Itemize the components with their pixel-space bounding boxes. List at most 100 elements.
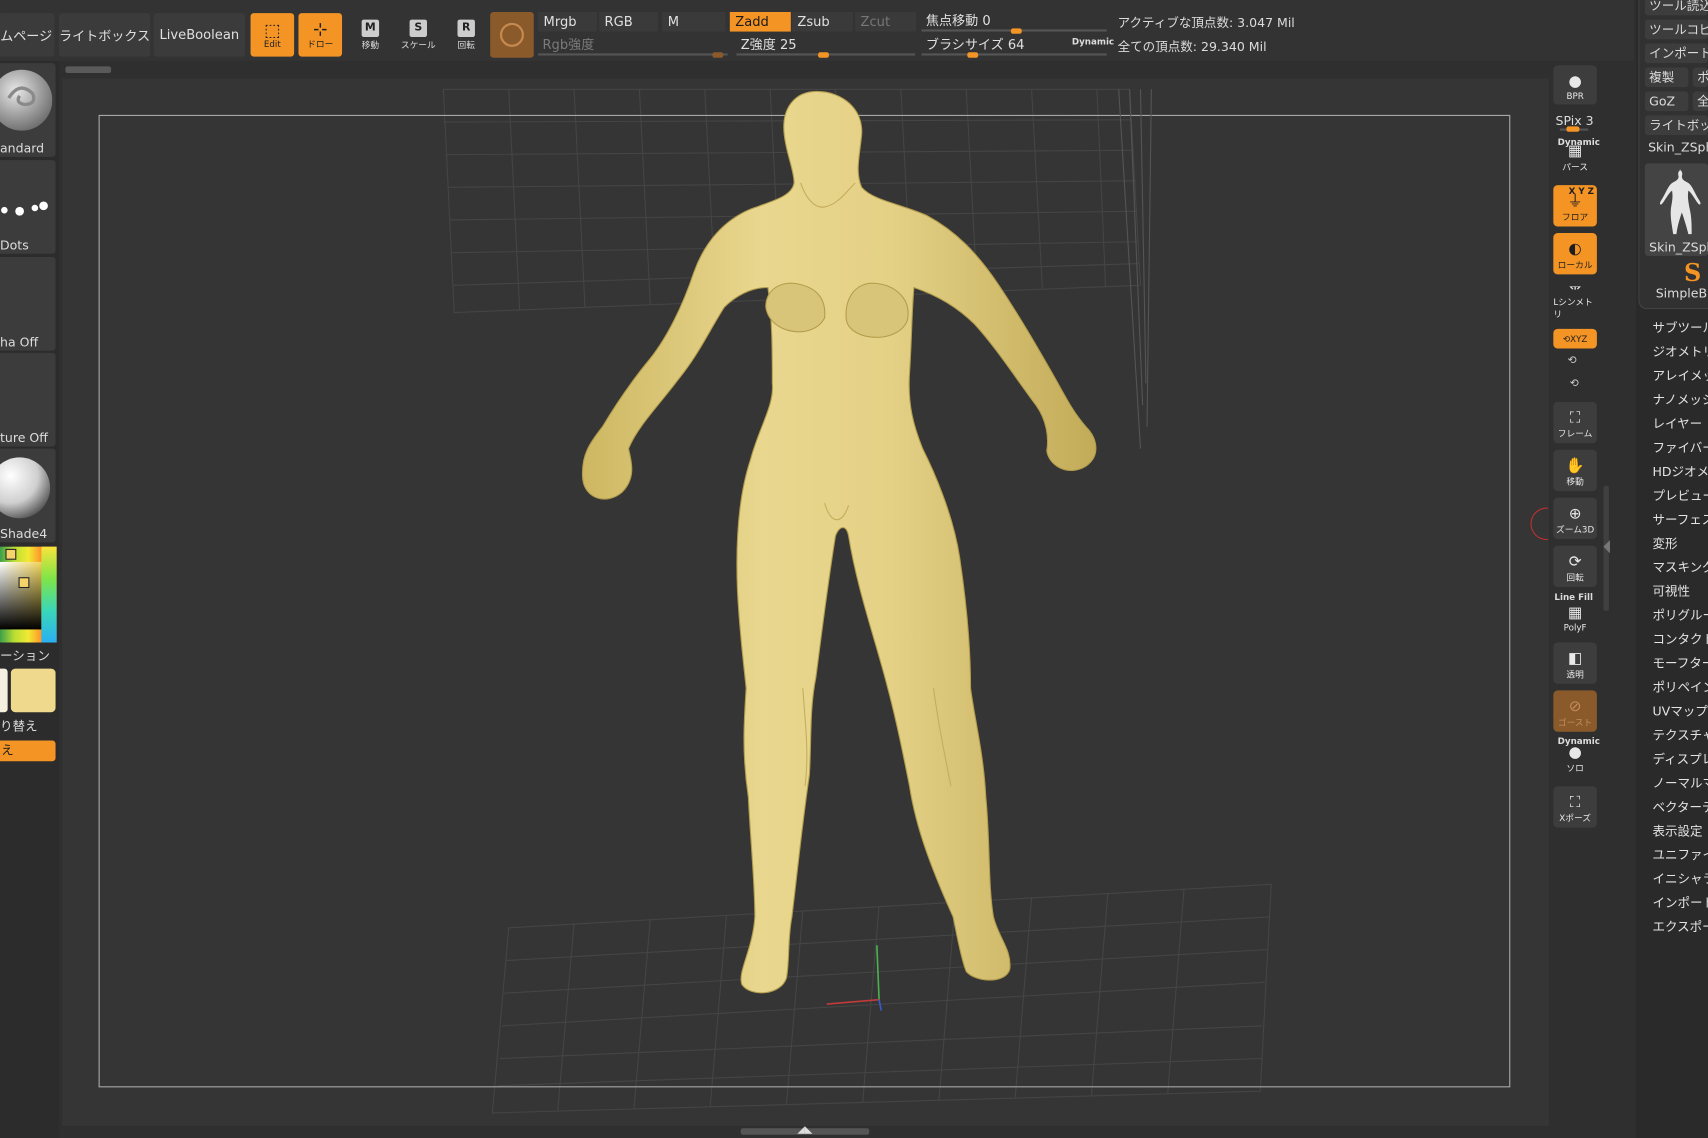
color-marker-primary[interactable] xyxy=(18,577,30,589)
rgb-intensity-slider[interactable]: Rgb強度 xyxy=(538,36,728,58)
edit-label: Edit xyxy=(263,38,281,49)
floor-button[interactable]: X Y Z ⏚ フロア xyxy=(1553,185,1597,227)
spix-slider[interactable] xyxy=(1559,126,1589,132)
color-marker-secondary[interactable] xyxy=(5,548,17,560)
gradient-label: ーション xyxy=(0,647,50,664)
color-saturation-field[interactable] xyxy=(0,561,42,630)
zsub-toggle[interactable]: Zsub xyxy=(791,11,853,32)
tool-subpalette-item[interactable]: コンタクト xyxy=(1652,631,1708,648)
color-picker[interactable] xyxy=(0,546,57,643)
tool-subpalette-item[interactable]: イニシャラ xyxy=(1652,870,1708,887)
move-button[interactable]: M 移動 xyxy=(351,15,390,54)
tool-subpalette-item[interactable]: ナノメッシ xyxy=(1652,391,1708,408)
tool-subpalette-item[interactable]: 変形 xyxy=(1652,535,1677,552)
tool-lightbox-button[interactable]: ライトボッ xyxy=(1644,115,1708,136)
liveboolean-button[interactable]: LiveBoolean xyxy=(153,13,246,57)
tool-subpalette-item[interactable]: モーフター xyxy=(1652,654,1708,671)
tool-subpalette-item[interactable]: プレビュー xyxy=(1652,487,1708,504)
zadd-toggle[interactable]: Zadd xyxy=(729,11,791,32)
stroke-selector[interactable]: Dots xyxy=(0,160,56,254)
tool-subpalette-item[interactable]: ポリグルー xyxy=(1652,607,1708,624)
canvas-scroll-indicator[interactable] xyxy=(65,66,112,73)
bpr-sphere-icon: ● xyxy=(1568,72,1582,91)
dynamic-size-toggle[interactable]: Dynamic xyxy=(1072,37,1114,47)
tool-subpalette-item[interactable]: レイヤー xyxy=(1652,415,1702,432)
floor-grid xyxy=(491,883,1272,1114)
tool-subpalette-item[interactable]: テクスチャ xyxy=(1652,726,1708,743)
rotate-button[interactable]: R 回転 xyxy=(447,15,486,54)
zcut-toggle[interactable]: Zcut xyxy=(855,11,917,32)
lsym-label: Lシンメトリ xyxy=(1553,297,1593,320)
tool-subpalette-item[interactable]: アレイメッ xyxy=(1652,367,1708,384)
secondary-color-swatch[interactable] xyxy=(0,668,8,713)
home-page-button[interactable]: ムページ xyxy=(0,13,55,57)
z-rotation-icon[interactable]: ⟲ xyxy=(1570,378,1579,390)
xpose-icon: ⛶ xyxy=(1569,793,1581,812)
tool-subpalette-item[interactable]: サーフェス xyxy=(1652,511,1708,528)
switch-color-button[interactable]: え xyxy=(0,740,56,762)
draw-button[interactable]: ⊹ ドロー xyxy=(298,13,343,57)
y-rotation-icon[interactable]: ⟲ xyxy=(1567,355,1576,367)
standard-brush-icon xyxy=(0,69,53,131)
m-toggle[interactable]: M xyxy=(662,11,726,32)
all-button[interactable]: 全 xyxy=(1692,91,1708,112)
rgb-toggle[interactable]: RGB xyxy=(599,11,658,32)
tool-subpalette-item[interactable]: 可視性 xyxy=(1652,583,1690,600)
clone-button[interactable]: 複製 xyxy=(1644,67,1689,88)
tool-subpalette-item[interactable]: HDジオメ xyxy=(1652,463,1708,480)
scale-button[interactable]: S スケール xyxy=(399,15,438,54)
material-selector[interactable]: Shade4 xyxy=(0,448,56,543)
ghost-button[interactable]: ⊘ ゴースト xyxy=(1553,690,1597,732)
canvas-viewport[interactable] xyxy=(62,78,1549,1127)
simple-brush-icon[interactable]: S xyxy=(1684,259,1701,287)
solo-button[interactable]: ● ソロ xyxy=(1553,743,1597,778)
lightbox-button[interactable]: ライトボックス xyxy=(58,13,151,57)
tool-subpalette-item[interactable]: ユニファイ xyxy=(1652,846,1708,863)
tool-subpalette-item[interactable]: 表示設定 xyxy=(1652,822,1702,839)
tool-subpalette-item[interactable]: UVマップ xyxy=(1652,702,1707,719)
load-tool-button[interactable]: ツール読込 xyxy=(1644,0,1708,16)
move-view-button[interactable]: ✋ 移動 xyxy=(1553,449,1597,492)
z-intensity-slider[interactable]: Z強度 25 xyxy=(736,36,916,58)
local-button[interactable]: ◐ ローカル xyxy=(1553,233,1597,275)
tool-subpalette-item[interactable]: ベクターデ xyxy=(1652,798,1708,815)
zoom3d-button[interactable]: ⊕ ズーム3D xyxy=(1553,497,1597,540)
tool-subpalette-item[interactable]: ノーマルマ xyxy=(1652,774,1708,791)
bpr-render-button[interactable]: ● BPR xyxy=(1553,65,1597,105)
rotate-view-button[interactable]: ⟳ 回転 xyxy=(1553,545,1597,587)
tool-subpalette-item[interactable]: ディスプレ xyxy=(1652,750,1708,767)
frame-button[interactable]: ⛶ フレーム xyxy=(1553,401,1597,444)
polyframe-grid-icon: ▦ xyxy=(1567,604,1583,622)
copy-tool-button[interactable]: ツールコピ xyxy=(1644,19,1708,40)
tool-subpalette-item[interactable]: ポリペイン xyxy=(1652,678,1708,695)
alpha-selector[interactable]: ha Off xyxy=(0,257,56,351)
tool-subpalette-item[interactable]: ファイバー xyxy=(1652,439,1708,456)
xyz-rotation-button[interactable]: ⟲XYZ xyxy=(1553,328,1597,349)
tool-subpalette-item[interactable]: インポート xyxy=(1652,894,1708,911)
tool-subpalette-item[interactable]: ジオメトリ xyxy=(1652,343,1708,360)
lsym-button[interactable]: ⇹ Lシンメトリ xyxy=(1553,286,1597,323)
hue-strip[interactable] xyxy=(41,546,57,643)
transparent-button[interactable]: ◧ 透明 xyxy=(1553,642,1597,684)
ghost-label: ゴースト xyxy=(1557,717,1593,728)
tool-subpalette-item[interactable]: エクスポー xyxy=(1652,918,1708,935)
main-color-swatch[interactable] xyxy=(10,668,56,713)
edit-button[interactable]: ⬚ Edit xyxy=(250,13,295,57)
right-tray-arrow-icon[interactable] xyxy=(1603,540,1610,554)
focal-shift-slider[interactable]: 焦点移動 0 xyxy=(921,12,1107,34)
goz-button[interactable]: GoZ xyxy=(1644,91,1689,112)
brush-selector[interactable]: andard xyxy=(0,63,56,157)
current-tool-thumbnail[interactable]: Skin_ZSph xyxy=(1644,163,1708,256)
bottom-tray-handle[interactable]: ◢◣ xyxy=(740,1125,870,1135)
perspective-button[interactable]: ▦ パース xyxy=(1553,144,1597,177)
dots-stroke-icon xyxy=(1,201,48,216)
polyf-button[interactable]: ▦ PolyF xyxy=(1553,601,1597,636)
xpose-button[interactable]: ⛶ Xポーズ xyxy=(1553,786,1597,828)
mrgb-toggle[interactable]: Mrgb xyxy=(538,11,597,32)
tool-subpalette-item[interactable]: マスキング xyxy=(1652,559,1708,576)
tool-subpalette-item[interactable]: サブツール xyxy=(1652,319,1708,336)
material-preview-button[interactable] xyxy=(490,11,534,58)
texture-selector[interactable]: ture Off xyxy=(0,352,56,447)
polymesh-button[interactable]: ポ xyxy=(1692,67,1708,88)
import-button[interactable]: インポート xyxy=(1644,43,1708,64)
